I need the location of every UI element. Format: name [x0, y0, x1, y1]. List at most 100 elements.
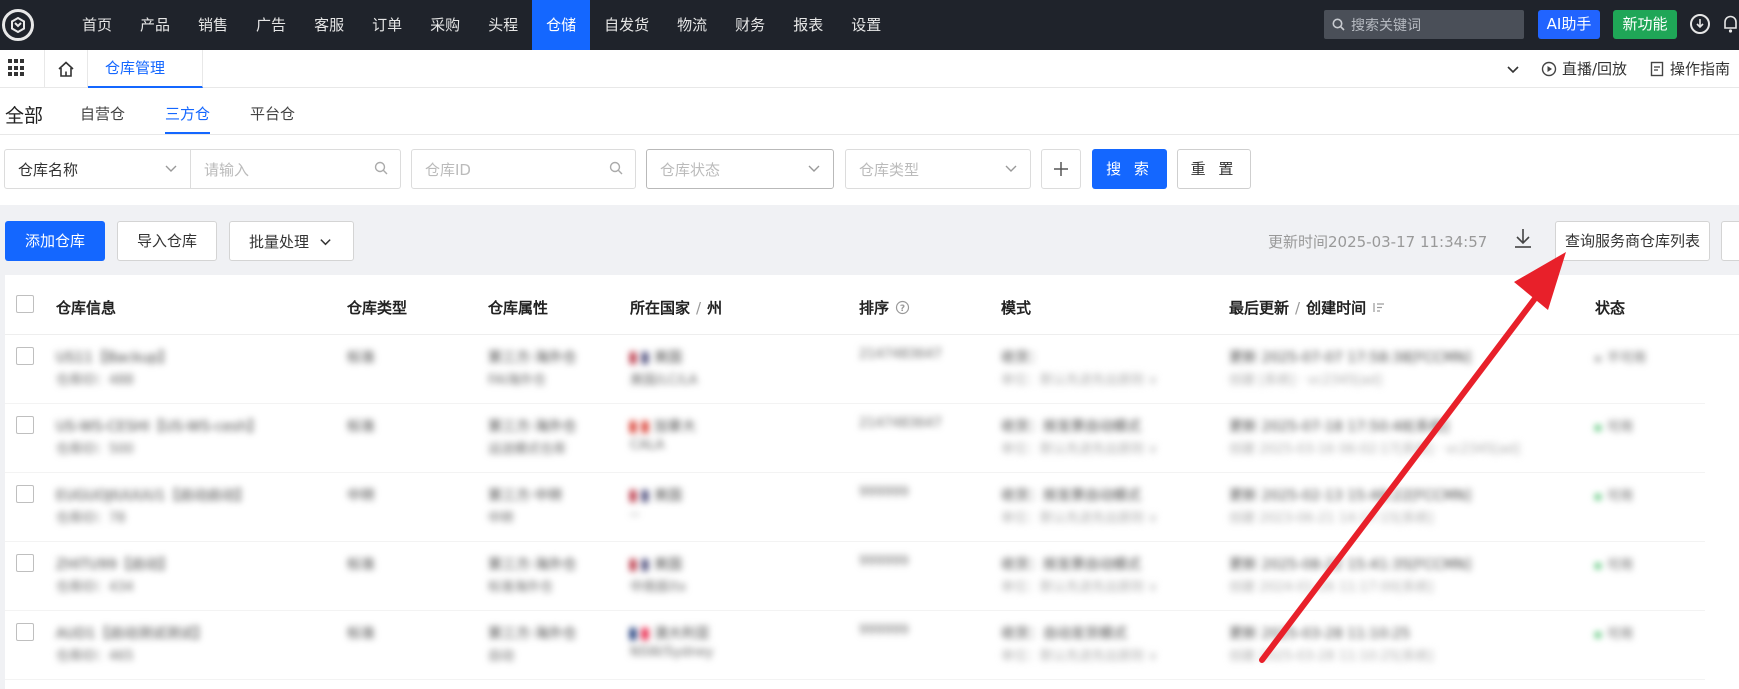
warehouse-type: 标准	[347, 557, 375, 573]
batch-process-button[interactable]: 批量处理	[229, 221, 354, 261]
field-select[interactable]: 仓库名称	[4, 149, 191, 189]
nav-item[interactable]: 仓储	[532, 0, 591, 50]
svg-text:?: ?	[900, 304, 905, 314]
mode-line-1: 收货：按发票自动模式	[1001, 419, 1141, 435]
row-checkbox[interactable]	[16, 554, 34, 572]
country-name: 美国	[654, 557, 682, 573]
status-text: 可用	[1607, 627, 1634, 642]
last-update: 更新 2025-07-18 17:50:48[系统]	[1229, 419, 1450, 435]
table-row[interactable]: US11【Backup】 仓库ID：488 标准 第三方·海外仓 FAI海外仓 美国 美国/…	[5, 335, 1705, 404]
tab-self-operated[interactable]: 自营仓	[80, 103, 125, 124]
state: 美国/LC/LA	[630, 373, 698, 388]
last-update: 更新 2025-03-28 11:10:25	[1229, 626, 1411, 642]
more-actions-button[interactable]	[1721, 221, 1739, 261]
warehouse-id: 仓库ID：465	[56, 649, 134, 664]
logo-icon[interactable]	[2, 9, 34, 41]
nav-item[interactable]: 产品	[126, 0, 184, 50]
tab-warehouse-management[interactable]: 仓库管理	[88, 50, 203, 88]
page-tab-bar: 仓库管理 直播/回放 操作指南	[0, 50, 1739, 88]
warehouse-status-select[interactable]: 仓库状态	[646, 149, 834, 189]
country-flag-icon	[630, 559, 648, 571]
search-button[interactable]: 搜 索	[1092, 149, 1167, 189]
field-select-value: 仓库名称	[18, 160, 79, 179]
main-nav: 首页 产品 销售 广告 客服 订单 采购 头程 仓储 自发货 物流 财务 报表 设置	[68, 0, 895, 50]
warehouse-name[interactable]: ZHITU99【启动】	[56, 554, 173, 574]
country-name: 加拿大	[654, 419, 696, 435]
reset-button[interactable]: 重 置	[1177, 149, 1251, 189]
mode-line-2[interactable]: 单位：默认先进先出原则 ∨	[1001, 369, 1158, 388]
row-checkbox[interactable]	[16, 416, 34, 434]
table-toolbar: 添加仓库 导入仓库 批量处理 更新时间2025-03-17 11:34:57 查…	[0, 205, 1739, 273]
country-name: 美国	[654, 350, 682, 366]
country-flag-icon	[630, 352, 648, 364]
nav-item[interactable]: 头程	[474, 0, 532, 50]
operation-guide-link[interactable]: 操作指南	[1650, 50, 1730, 88]
nav-item[interactable]: 客服	[300, 0, 358, 50]
app-grid-icon[interactable]	[8, 59, 26, 77]
help-icon[interactable]: ?	[895, 300, 910, 315]
nav-item[interactable]: 物流	[663, 0, 721, 50]
global-search-input[interactable]: 搜索关键词	[1324, 10, 1524, 39]
query-provider-warehouses-button[interactable]: 查询服务商仓库列表	[1555, 221, 1710, 261]
sort-value: 2147483647	[859, 416, 942, 431]
nav-item[interactable]: 采购	[416, 0, 474, 50]
table-row[interactable]: EUGUOJIUUUU1【启动启动】 仓库ID：78 中转 第三方·中转 中转 美国 -- 9…	[5, 473, 1705, 542]
warehouse-name[interactable]: EUGUOJIUUUU1【启动启动】	[56, 485, 249, 505]
chevron-down-icon[interactable]	[1506, 62, 1520, 80]
nav-item[interactable]: 报表	[779, 0, 837, 50]
create-time: 创建 2024-01-26 11:17:00[系统]	[1229, 580, 1434, 595]
status-badge: 可用	[1595, 623, 1633, 642]
tab-all[interactable]: 全部	[5, 101, 43, 128]
add-warehouse-button[interactable]: 添加仓库	[5, 221, 105, 261]
nav-item[interactable]: 销售	[184, 0, 242, 50]
new-features-button[interactable]: 新功能	[1613, 10, 1677, 39]
warehouse-id-input[interactable]: 仓库ID	[411, 149, 636, 189]
header-sort-label: 排序	[859, 299, 890, 317]
operation-guide-label: 操作指南	[1670, 60, 1731, 78]
warehouse-type-select[interactable]: 仓库类型	[845, 149, 1031, 189]
nav-item[interactable]: 财务	[721, 0, 779, 50]
nav-item[interactable]: 首页	[68, 0, 126, 50]
table-row[interactable]: US-WS-CESHI【US-WS-cesh】 仓库ID：500 标准 第三方·海外仓…	[5, 404, 1705, 473]
country-flag-icon	[630, 421, 648, 433]
status-select-placeholder: 仓库状态	[660, 160, 721, 179]
mode-line-2[interactable]: 单位：默认先进先出原则 ∨	[1001, 645, 1158, 664]
import-warehouse-button[interactable]: 导入仓库	[117, 221, 217, 261]
warehouse-name[interactable]: US11【Backup】	[56, 347, 172, 367]
table-row[interactable]: AUD1【启动测试测试】 仓库ID：465 标准 第三方·海外仓 自动 澳大利亚 NSW/S…	[5, 611, 1705, 680]
table-row[interactable]: ZHITU99【启动】 仓库ID：434 标准 第三方·海外仓 标准海外仓 美国 中南部/t…	[5, 542, 1705, 611]
select-all-checkbox[interactable]	[16, 295, 34, 313]
warehouse-name[interactable]: AUD1【启动测试测试】	[56, 623, 208, 643]
warehouse-name[interactable]: US-WS-CESHI【US-WS-cesh】	[56, 416, 261, 436]
mode-line-2[interactable]: 单位：默认先进先出原则 ∨	[1001, 507, 1158, 526]
status-badge: 可用	[1595, 485, 1633, 504]
status-dot	[1595, 562, 1601, 569]
warehouse-attr-2: 标准海外仓	[488, 580, 554, 595]
home-icon[interactable]	[44, 50, 88, 88]
add-filter-button[interactable]	[1041, 149, 1081, 189]
live-replay-label: 直播/回放	[1562, 60, 1628, 78]
warehouse-attr-1: 第三方·海外仓	[488, 557, 577, 573]
download-center-icon[interactable]	[1690, 14, 1710, 34]
mode-line-2[interactable]: 单位：默认先进先出原则 ∨	[1001, 438, 1158, 457]
nav-item[interactable]: 设置	[837, 0, 895, 50]
nav-item[interactable]: 广告	[242, 0, 300, 50]
row-checkbox[interactable]	[16, 623, 34, 641]
header-warehouse-type: 仓库类型	[347, 299, 408, 317]
tab-third-party[interactable]: 三方仓	[165, 103, 210, 124]
nav-item[interactable]: 订单	[358, 0, 416, 50]
live-replay-link[interactable]: 直播/回放	[1541, 50, 1627, 88]
notification-bell-icon[interactable]	[1722, 14, 1739, 34]
warehouse-type: 标准	[347, 626, 375, 642]
row-checkbox[interactable]	[16, 347, 34, 365]
ai-assistant-button[interactable]: AI助手	[1538, 10, 1600, 39]
mode-line-2[interactable]: 单位：默认先进先出原则 ∨	[1001, 576, 1158, 595]
row-checkbox[interactable]	[16, 485, 34, 503]
play-circle-icon	[1541, 61, 1557, 77]
download-icon[interactable]	[1512, 227, 1534, 253]
nav-item[interactable]: 自发货	[590, 0, 663, 50]
sort-icon[interactable]	[1372, 301, 1385, 314]
chevron-down-icon	[1005, 165, 1017, 172]
warehouse-name-input[interactable]: 请输入	[190, 149, 401, 189]
tab-platform[interactable]: 平台仓	[250, 103, 295, 124]
